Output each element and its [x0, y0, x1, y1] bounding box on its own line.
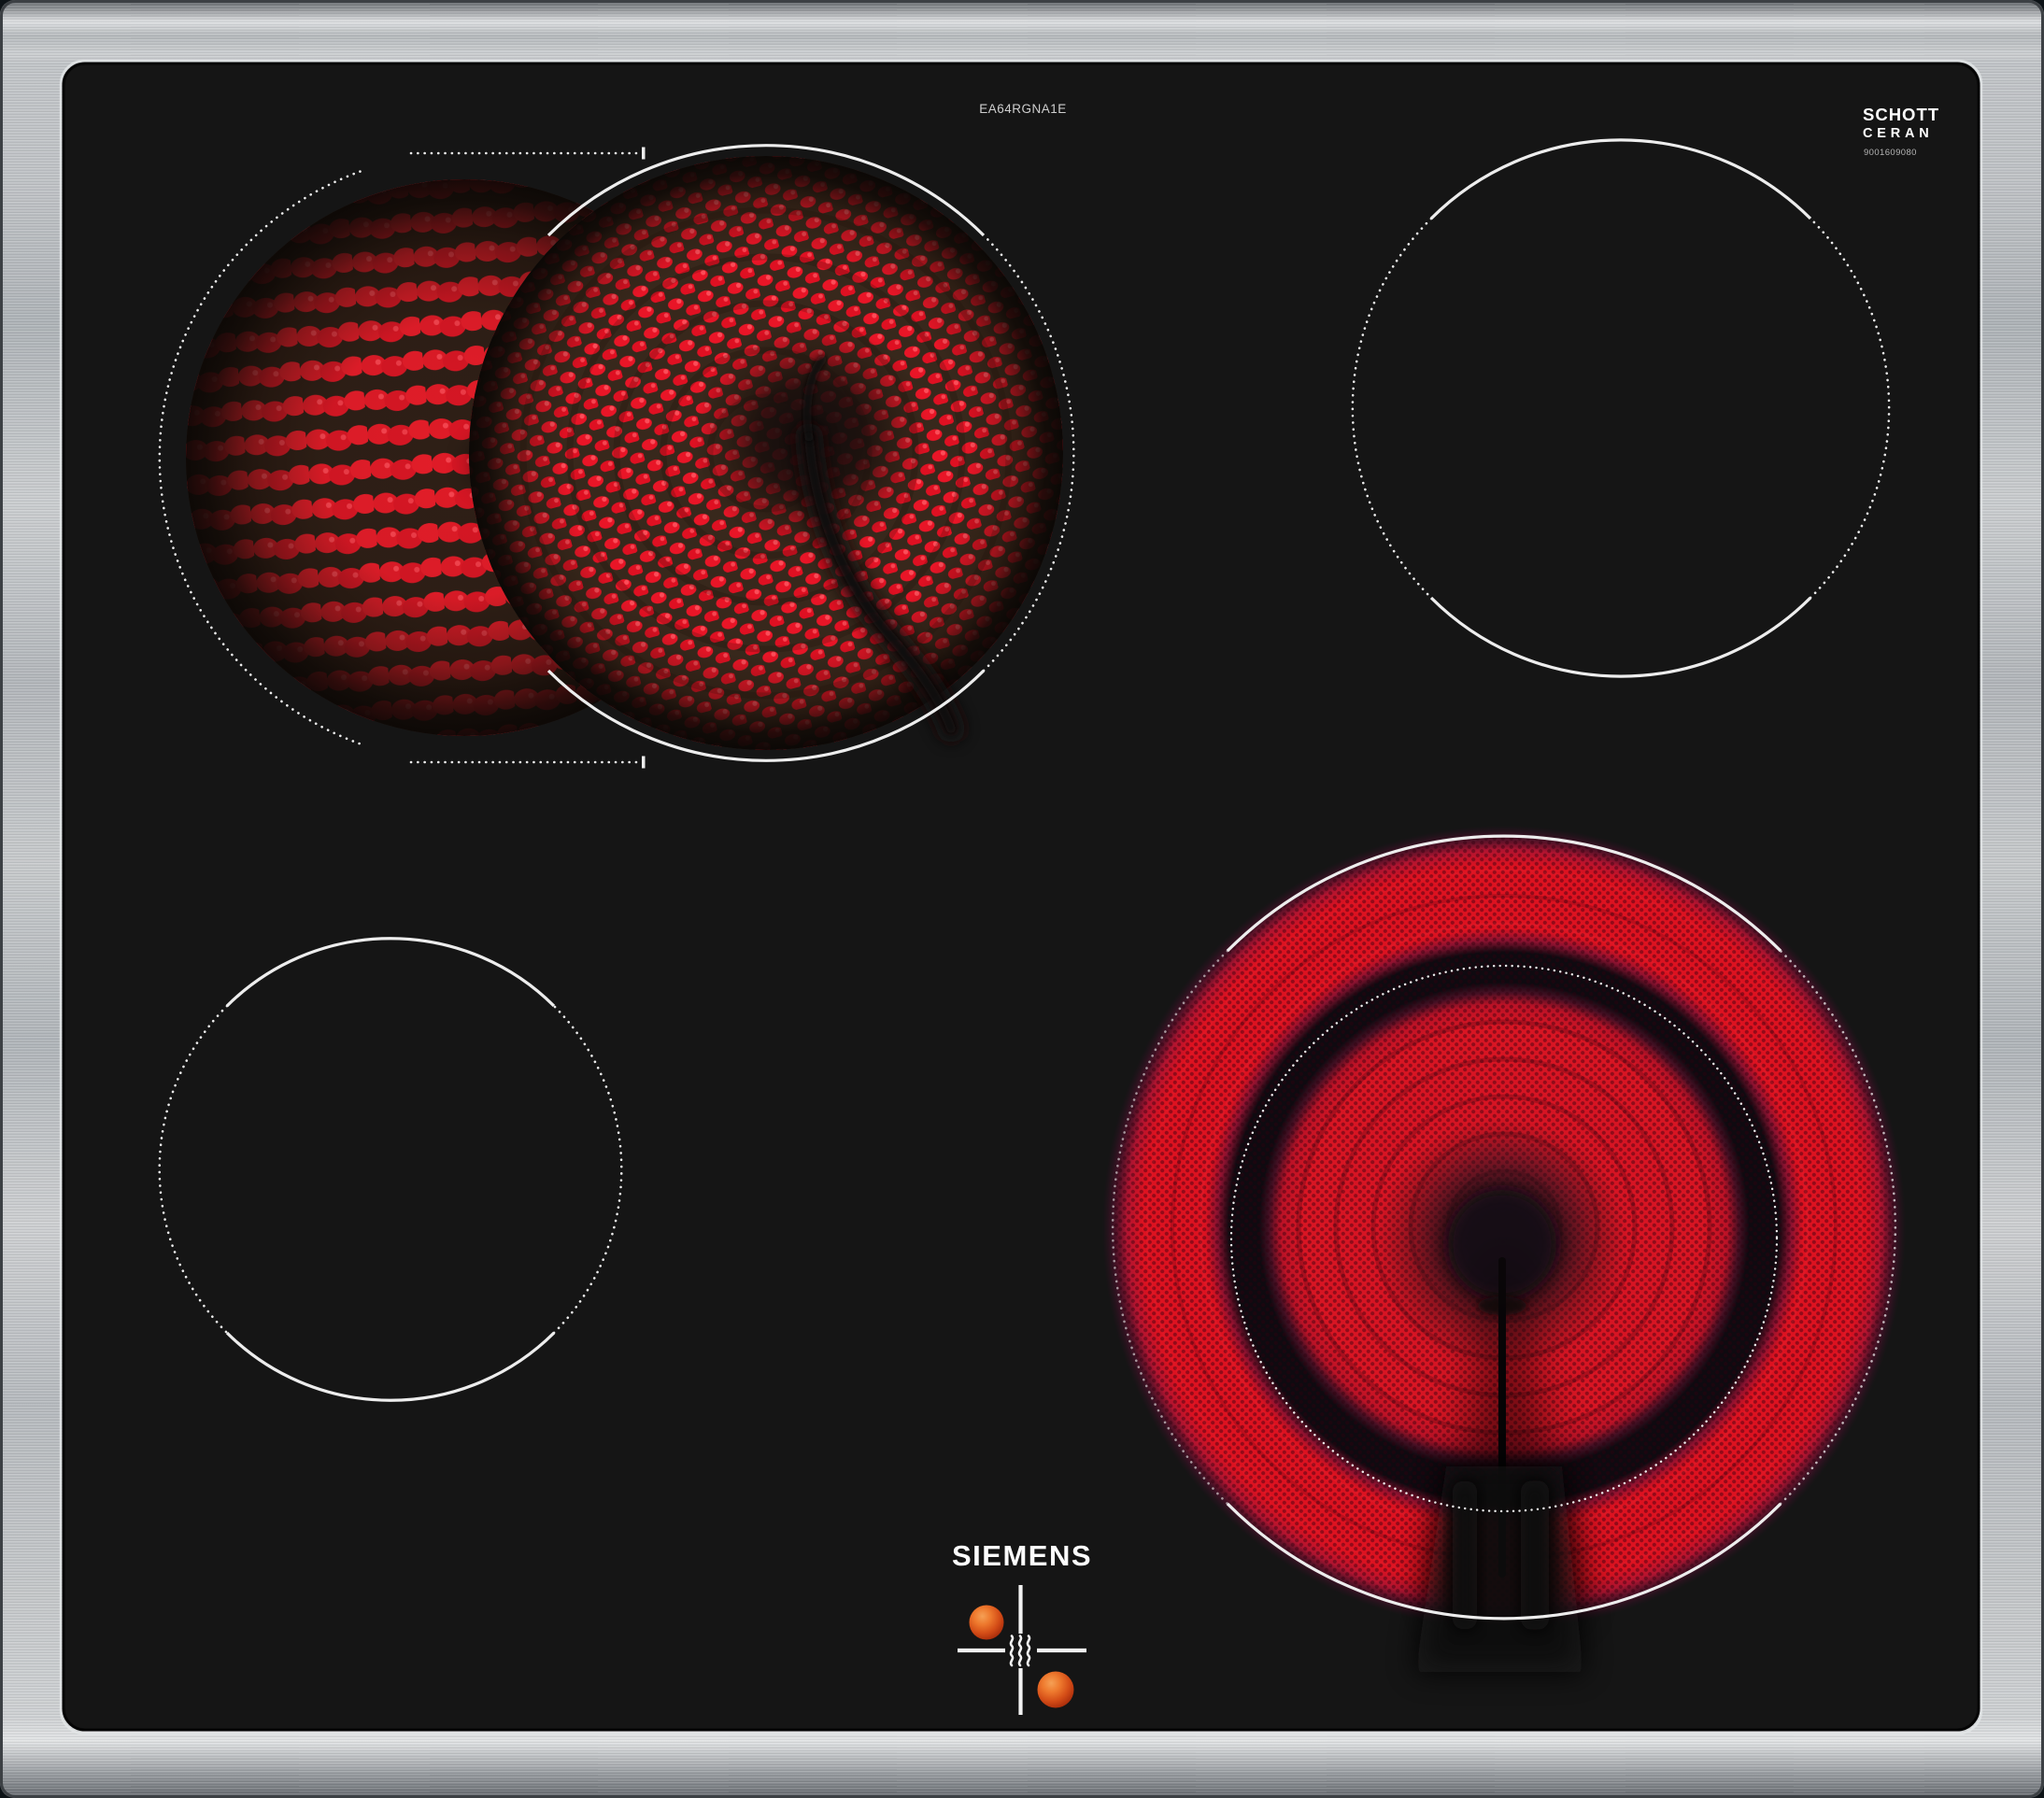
- glass-part-number: 9001609080: [1864, 148, 1917, 158]
- zone-back-left-inner-disc: [469, 156, 1063, 750]
- extension-zone-end-tick: [642, 756, 646, 769]
- schott-logo-line1: SCHOTT: [1863, 105, 1939, 124]
- hot-spot-dot-2: [1037, 1671, 1074, 1708]
- siemens-logo: SIEMENS: [952, 1539, 1092, 1572]
- hot-spot-dot-1: [969, 1605, 1004, 1640]
- model-label: EA64RGNA1E: [979, 102, 1067, 116]
- ceramic-hob-product-image: EA64RGNA1E SCHOTT CERAN 9001609080 SIEME…: [0, 0, 2044, 1798]
- zone-back-left-element: [186, 156, 1063, 750]
- schott-logo-line2: CERAN: [1863, 126, 1934, 141]
- extension-zone-end-tick: [642, 147, 646, 160]
- hob-canvas: EA64RGNA1E SCHOTT CERAN 9001609080 SIEME…: [0, 0, 2044, 1798]
